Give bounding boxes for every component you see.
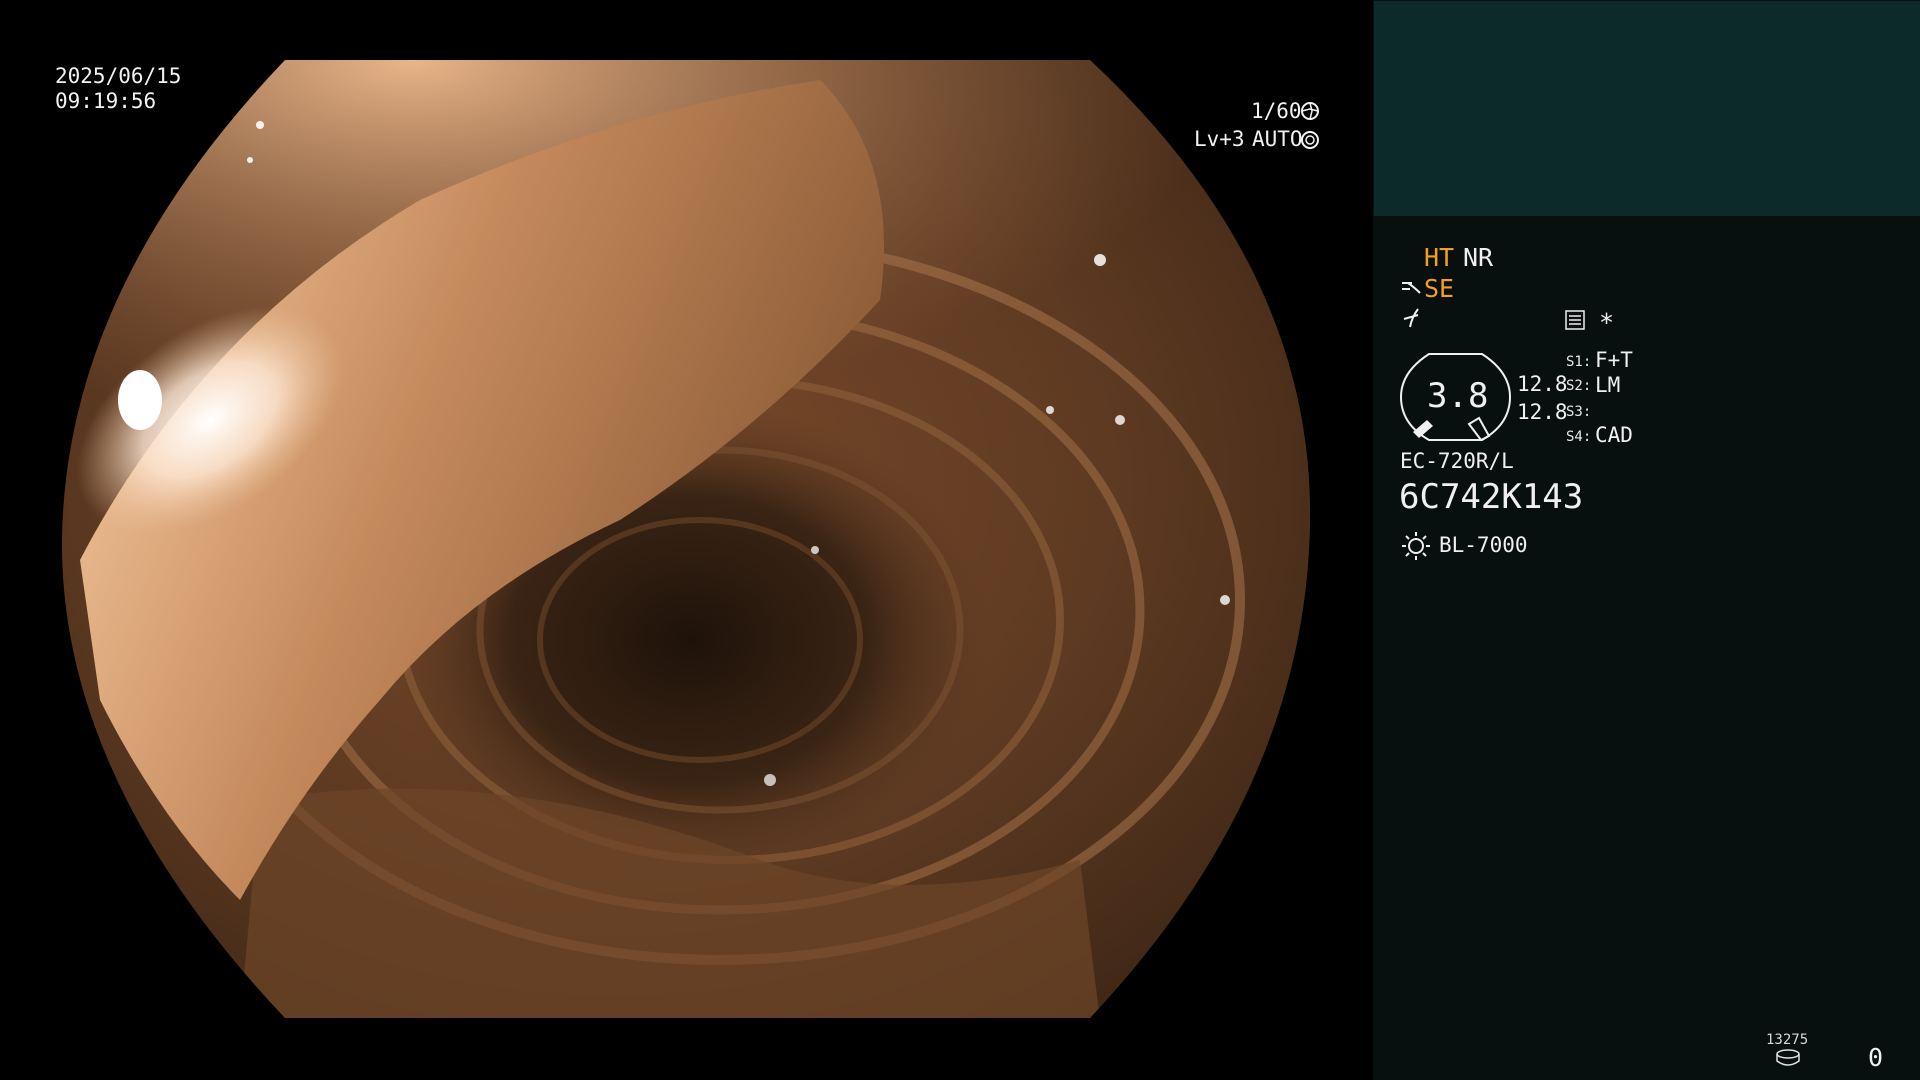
time-readout: 09:19:56 [55,89,157,113]
se-indicator: SE [1424,274,1455,303]
s1-value: F+T [1595,348,1633,372]
endoscope-view: 2025/06/15 09:19:56 1/60 Lv+3 AUTO [0,0,1372,1080]
storage-disk-icon [1775,1049,1801,1067]
date-readout: 2025/06/15 [55,64,182,88]
s3-label: S3: [1566,404,1592,420]
record-counter-small: 13275 [1766,1032,1809,1048]
shutter-readout: 1/60 [1251,99,1302,123]
ht-indicator: HT [1424,243,1455,272]
nr-indicator: NR [1463,243,1494,272]
iris-mode-readout: AUTO [1252,127,1303,151]
zoom-value: 3.8 [1427,376,1489,416]
s4-value: CAD [1595,423,1633,447]
s2-label: S2: [1566,378,1592,394]
s2-value: LM [1595,373,1621,397]
info-panel-header [1374,1,1920,216]
scope-serial: 6C742K143 [1399,477,1584,517]
light-source: BL-7000 [1439,533,1528,557]
level-readout: Lv+3 [1194,127,1245,151]
wave-icon [1402,307,1422,329]
menu-list-icon [1564,309,1586,331]
aperture-icon [1300,101,1320,121]
scope-model: EC-720R/L [1400,449,1514,473]
distance-value-1: 12.8 [1517,372,1568,396]
distance-value-2: 12.8 [1517,400,1568,424]
endoscopic-image [61,60,1311,1018]
record-counter: 0 [1868,1043,1884,1072]
s1-label: S1: [1566,354,1592,370]
scope-tip-icon [1400,277,1424,297]
sun-icon [1401,531,1431,561]
s4-label: S4: [1566,429,1592,445]
asterisk-indicator: * [1599,308,1615,337]
iris-icon [1300,130,1320,150]
